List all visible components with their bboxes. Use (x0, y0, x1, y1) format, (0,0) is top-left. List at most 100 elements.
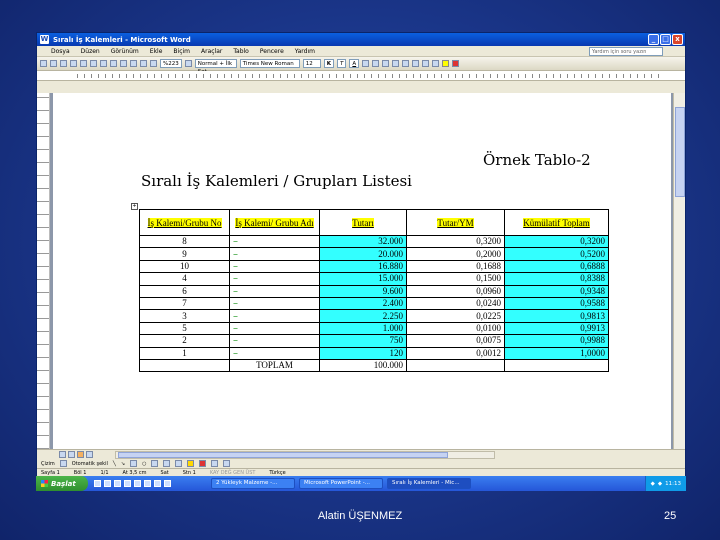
tray-icon[interactable]: ◆ (651, 481, 655, 487)
menu-edit[interactable]: Düzen (81, 48, 100, 55)
bold-button[interactable]: K (323, 59, 334, 68)
quicklaunch-icon[interactable] (164, 480, 171, 487)
outline-view-icon[interactable] (86, 451, 93, 458)
document-page[interactable]: Örnek Tablo-2 Sıralı İş Kalemleri / Grup… (53, 93, 671, 449)
quicklaunch-icon[interactable] (154, 480, 161, 487)
cell-no: 5 (139, 321, 230, 336)
menu-format[interactable]: Biçim (173, 48, 190, 55)
menu-tools[interactable]: Araçlar (201, 48, 222, 55)
border-icon[interactable] (432, 60, 440, 67)
undo-icon[interactable] (130, 60, 137, 67)
zoom-select[interactable]: %223 (160, 59, 182, 68)
cell-ratio: 0,0240 (406, 296, 505, 311)
quicklaunch-icon[interactable] (104, 480, 111, 487)
redo-icon[interactable] (140, 60, 147, 67)
normal-view-icon[interactable] (59, 451, 66, 458)
task-word[interactable]: Sıralı İş Kalemleri - Mic... (387, 478, 471, 489)
select-pointer-icon[interactable] (59, 460, 67, 467)
shadow-icon[interactable] (223, 460, 231, 467)
quicklaunch-icon[interactable] (144, 480, 151, 487)
justify-icon[interactable] (392, 60, 400, 67)
print-layout-icon[interactable] (77, 451, 84, 458)
font-select[interactable]: Times New Roman (239, 59, 300, 68)
style-select[interactable]: Normal + İlk Sat (194, 59, 237, 75)
autoshapes-menu[interactable]: Otomatik şekil (72, 461, 108, 467)
horizontal-scrollbar[interactable] (115, 450, 495, 459)
start-button[interactable]: Başlat (36, 476, 88, 491)
line-icon[interactable]: ╲ (113, 461, 116, 467)
indent-icon[interactable] (422, 60, 430, 67)
wordart-icon[interactable] (163, 460, 171, 467)
web-view-icon[interactable] (68, 451, 75, 458)
hscroll-thumb[interactable] (118, 451, 448, 458)
task-powerpoint[interactable]: Microsoft PowerPoint -... (299, 478, 383, 489)
menu-window[interactable]: Pencere (260, 48, 284, 55)
quicklaunch-icon[interactable] (94, 480, 101, 487)
quicklaunch-icon[interactable] (134, 480, 141, 487)
copy-icon[interactable] (110, 60, 117, 67)
menu-file[interactable]: Dosya (51, 48, 70, 55)
rectangle-icon[interactable] (130, 460, 138, 467)
bullets-icon[interactable] (412, 60, 420, 67)
task-folder[interactable]: 2 Yükleyk Malzeme -... (211, 478, 295, 489)
numbering-icon[interactable] (402, 60, 410, 67)
close-button[interactable]: x (672, 34, 683, 45)
save-icon[interactable] (60, 60, 67, 67)
cell-ratio: 0,3200 (406, 234, 505, 249)
quicklaunch-icon[interactable] (114, 480, 121, 487)
font-size-select[interactable]: 12 (302, 59, 321, 68)
table-move-handle-icon[interactable]: + (131, 203, 138, 210)
line-style-icon[interactable] (211, 460, 219, 467)
italic-button[interactable]: T (337, 59, 347, 68)
cell-no: 7 (139, 296, 230, 311)
paste-icon[interactable] (120, 60, 127, 67)
tray-icon[interactable]: ◆ (658, 481, 662, 487)
table-header-row: İş Kalemi/Grubu No İş Kalemi/ Grubu Adı … (139, 209, 609, 236)
minimize-button[interactable]: _ (648, 34, 659, 45)
menu-insert[interactable]: Ekle (150, 48, 163, 55)
new-document-icon[interactable] (40, 60, 47, 67)
cell-ratio: 0,2000 (406, 247, 505, 261)
align-right-icon[interactable] (382, 60, 390, 67)
spellcheck-icon[interactable] (90, 60, 97, 67)
scroll-thumb[interactable] (675, 107, 685, 197)
vertical-ruler (37, 93, 50, 449)
quicklaunch-icon[interactable] (124, 480, 131, 487)
title-bar[interactable]: W Sıralı İş Kalemleri - Microsoft Word _… (37, 33, 685, 46)
highlight-icon[interactable] (442, 60, 450, 67)
align-left-icon[interactable] (362, 60, 370, 67)
total-label: TOPLAM (229, 358, 320, 373)
clipart-icon[interactable] (175, 460, 183, 467)
print-icon[interactable] (70, 60, 77, 67)
taskbar: Başlat 2 Yükleyk Malzeme -... Microsoft … (36, 476, 686, 491)
table-row: 2........ 750 0,0075 0,9988 (139, 334, 609, 348)
maximize-button[interactable]: □ (660, 34, 671, 45)
draw-menu[interactable]: Çizim (41, 461, 55, 467)
oval-icon[interactable]: ○ (142, 461, 146, 467)
fill-color-icon[interactable] (187, 460, 195, 467)
cell-name: ........ (229, 296, 320, 311)
help-search-input[interactable]: Yardım için soru yazın (589, 47, 663, 56)
cut-icon[interactable] (100, 60, 107, 67)
textbox-icon[interactable] (151, 460, 159, 467)
help-icon[interactable] (184, 60, 192, 67)
open-icon[interactable] (50, 60, 57, 67)
vertical-scrollbar[interactable] (673, 93, 685, 449)
underline-button[interactable]: A (349, 59, 360, 68)
menu-table[interactable]: Tablo (233, 48, 249, 55)
font-color-icon[interactable] (452, 60, 460, 67)
print-preview-icon[interactable] (80, 60, 87, 67)
arrow-icon[interactable]: ↘ (121, 461, 125, 467)
cell-name: ........ (229, 334, 320, 348)
view-and-hscroll-row (37, 449, 685, 459)
align-center-icon[interactable] (372, 60, 380, 67)
menu-view[interactable]: Görünüm (111, 48, 139, 55)
table-icon[interactable] (150, 60, 157, 67)
table-row: 6........ 9.600 0,0960 0,9348 (139, 284, 609, 298)
cell-no: 2 (139, 334, 230, 348)
cell-amount: 2.250 (319, 309, 407, 323)
menu-help[interactable]: Yardım (295, 48, 315, 55)
header-cumulative: Kümülatif Toplam (504, 209, 609, 236)
line-color-icon[interactable] (199, 460, 207, 467)
header-item-name: İş Kalemi/ Grubu Adı (229, 209, 320, 236)
